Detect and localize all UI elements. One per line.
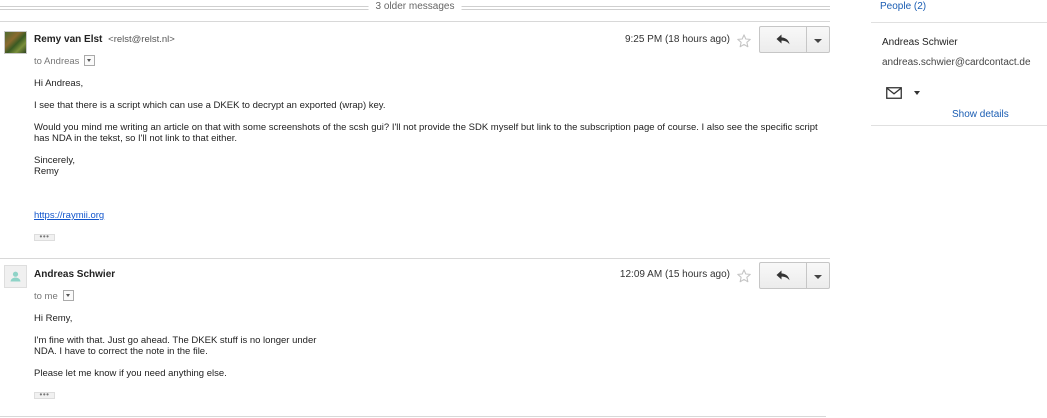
contact-name: Andreas Schwier xyxy=(882,37,958,48)
body-line: I see that there is a script which can u… xyxy=(34,100,386,111)
body-line: Hi Andreas, xyxy=(34,78,84,89)
chevron-down-icon[interactable] xyxy=(914,91,920,95)
reply-button[interactable] xyxy=(759,26,807,53)
signature-link[interactable]: https://raymii.org xyxy=(34,210,104,221)
message-divider xyxy=(0,416,826,417)
star-icon[interactable] xyxy=(736,268,752,284)
reply-arrow-icon xyxy=(776,270,790,281)
body-line: I'm fine with that. Just go ahead. The D… xyxy=(34,335,317,346)
contact-email: andreas.schwier@cardcontact.de xyxy=(882,57,1031,68)
sidebar-divider xyxy=(871,125,1047,126)
message-body: Hi Andreas, I see that there is a script… xyxy=(34,78,824,177)
show-trimmed-content-button[interactable]: ••• xyxy=(34,233,55,241)
message-2: Andreas Schwier to me 12:09 AM (15 hours… xyxy=(0,259,830,415)
older-messages-label[interactable]: 3 older messages xyxy=(368,1,462,12)
sender-name-line: Andreas Schwier xyxy=(34,269,115,280)
message-time[interactable]: 9:25 PM (18 hours ago) xyxy=(625,34,730,45)
recipient-line: to me xyxy=(34,290,74,303)
body-line: Please let me know if you need anything … xyxy=(34,368,227,379)
recipient-line: to Andreas xyxy=(34,55,96,68)
sender-name[interactable]: Andreas Schwier xyxy=(34,269,115,280)
body-line: Would you mind me writing an article on … xyxy=(34,122,818,144)
sender-email: <relst@relst.nl> xyxy=(108,34,175,45)
recipient-text: to me xyxy=(34,291,58,303)
sender-avatar[interactable] xyxy=(4,265,27,288)
more-options-button[interactable] xyxy=(807,262,830,289)
sidebar-divider xyxy=(871,22,1047,23)
sender-name[interactable]: Remy van Elst xyxy=(34,34,102,45)
body-line: Sincerely, xyxy=(34,155,76,166)
older-messages-bar[interactable]: 3 older messages xyxy=(0,0,830,14)
recipient-details-dropdown[interactable] xyxy=(62,290,74,301)
reply-button[interactable] xyxy=(759,262,807,289)
message-body: Hi Remy, I'm fine with that. Just go ahe… xyxy=(34,313,824,379)
envelope-icon[interactable] xyxy=(886,87,902,102)
star-icon[interactable] xyxy=(736,33,752,49)
message-time[interactable]: 12:09 AM (15 hours ago) xyxy=(620,269,730,280)
more-options-button[interactable] xyxy=(807,26,830,53)
signature-link-line: https://raymii.org xyxy=(34,210,824,221)
show-trimmed-content-button[interactable]: ••• xyxy=(34,391,55,399)
body-line: NDA. I have to correct the note in the f… xyxy=(34,346,208,357)
recipient-details-dropdown[interactable] xyxy=(84,55,96,66)
body-line: Remy xyxy=(34,166,59,177)
body-line: Hi Remy, xyxy=(34,313,73,324)
message-1: Remy van Elst <relst@relst.nl> to Andrea… xyxy=(0,22,830,258)
people-link[interactable]: People (2) xyxy=(880,1,926,12)
show-details-link[interactable]: Show details xyxy=(952,109,1009,120)
person-icon xyxy=(10,271,21,282)
sender-avatar[interactable] xyxy=(4,31,27,54)
reply-arrow-icon xyxy=(776,34,790,45)
sender-name-line: Remy van Elst <relst@relst.nl> xyxy=(34,34,175,45)
recipient-text: to Andreas xyxy=(34,56,80,68)
